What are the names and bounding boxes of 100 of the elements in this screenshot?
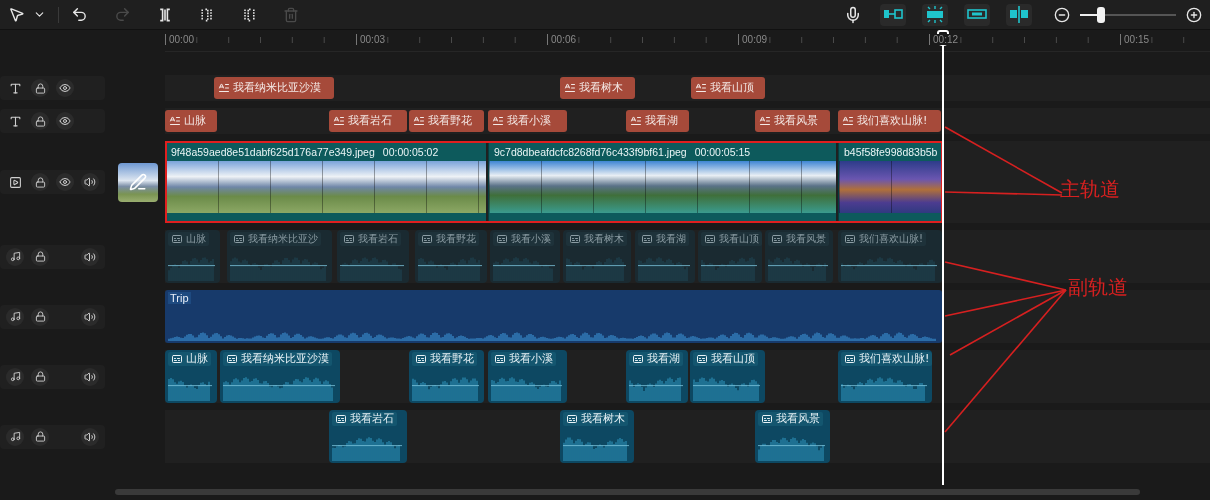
music-note-icon	[9, 311, 21, 322]
lock-button[interactable]	[31, 79, 49, 97]
lock-button[interactable]	[31, 367, 49, 386]
text-clip[interactable]: 我看岩石	[329, 110, 407, 132]
caption-icon	[496, 233, 508, 245]
timeline-toggle-button[interactable]	[964, 3, 990, 26]
clip-label: 我们喜欢山脉!	[857, 114, 928, 128]
text-clip[interactable]: 我看湖	[626, 110, 689, 132]
text-clip[interactable]: 我们喜欢山脉!	[838, 110, 941, 132]
voice-clip[interactable]: 我看岩石	[329, 410, 407, 463]
cursor-icon	[8, 6, 25, 23]
lock-icon	[34, 176, 46, 188]
clip-label: 我看树木	[584, 232, 624, 246]
lock-button[interactable]	[31, 427, 49, 446]
music-note-icon	[9, 371, 21, 382]
text-clip[interactable]: 我看山顶	[691, 77, 765, 99]
clip-duration: 00:00:05:02	[382, 145, 439, 158]
lock-icon	[34, 311, 46, 322]
clip-label: 我看树木	[579, 81, 623, 95]
cover-photo-placeholder[interactable]	[117, 162, 158, 202]
clip-label: 我看野花	[436, 232, 476, 246]
microphone-icon	[844, 5, 862, 24]
voice-clip[interactable]: 我看风景	[765, 230, 833, 283]
clip-label: 我看小溪	[511, 232, 551, 246]
volume-button[interactable]	[81, 173, 99, 191]
text-clip[interactable]: 我看风景	[755, 110, 830, 132]
voice-clip[interactable]: 我看野花	[415, 230, 487, 283]
voice-clip[interactable]: 山脉	[165, 350, 217, 403]
voice-clip[interactable]: 我看山顶	[690, 350, 765, 403]
scrollbar[interactable]	[115, 489, 1140, 495]
eye-icon	[59, 82, 71, 94]
voice-clip[interactable]: 我看湖	[626, 350, 688, 403]
clip-label: 我看山顶	[719, 232, 759, 246]
caption-icon	[421, 233, 433, 245]
text-clip[interactable]: 我看小溪	[488, 110, 567, 132]
clip-label: 我看岩石	[350, 412, 394, 426]
clip-label: 我看风景	[786, 232, 826, 246]
trim-icon	[199, 6, 215, 23]
time-ruler[interactable]: 00:00 00:03 00:06 00:09 00:12 00:15	[165, 30, 1210, 52]
text-template-icon	[333, 115, 345, 127]
visibility-button[interactable]	[56, 173, 74, 191]
music-clip[interactable]: Trip	[165, 290, 942, 343]
voice-clip[interactable]: 我看风景	[755, 410, 830, 463]
text-clip[interactable]: 我看树木	[560, 77, 635, 99]
clip-label: 我看岩石	[358, 232, 398, 246]
video-clip[interactable]: 9c7d8dbeafdcfc8268fd76c433f9bf61.jpeg 00:00:05:15	[488, 143, 836, 221]
voice-clip[interactable]: 我看野花	[409, 350, 484, 403]
lock-icon	[34, 82, 46, 94]
voice-clip[interactable]: 我看小溪	[490, 230, 560, 283]
zoom-in-icon	[1186, 6, 1202, 23]
voice-clip[interactable]: 我看小溪	[488, 350, 567, 403]
voice-clip[interactable]: 我看纳米比亚沙漠	[220, 350, 340, 403]
video-clip[interactable]: b45f58fe998d83b5b	[838, 143, 942, 221]
text-clip[interactable]: 山脉	[165, 110, 217, 132]
clip-label: 我看纳米比亚沙漠	[241, 352, 329, 366]
undo-icon	[71, 6, 88, 23]
voice-clip[interactable]: 我看树木	[560, 410, 634, 463]
visibility-button[interactable]	[56, 79, 74, 97]
voice-clip[interactable]: 我们喜欢山脉!	[838, 350, 932, 403]
timeline-toggle-button[interactable]	[922, 3, 948, 26]
caption-icon	[632, 353, 644, 365]
voice-clip[interactable]: 我看湖	[635, 230, 695, 283]
voice-clip[interactable]: 我们喜欢山脉!	[838, 230, 942, 283]
slider-thumb[interactable]	[1097, 6, 1106, 23]
clip-label: 我看湖	[645, 114, 678, 128]
volume-button[interactable]	[81, 307, 99, 326]
lock-button[interactable]	[31, 247, 49, 266]
eye-icon	[59, 176, 71, 188]
caption-icon	[233, 233, 245, 245]
voice-clip[interactable]: 我看岩石	[337, 230, 409, 283]
text-template-icon	[842, 115, 854, 127]
text-template-icon	[564, 82, 576, 94]
clip-filename: 9f48a59aed8e51dabf625d176a77e349.jpeg	[171, 145, 375, 158]
volume-button[interactable]	[81, 427, 99, 446]
clip-label: 山脉	[186, 232, 206, 246]
video-clip[interactable]: 9f48a59aed8e51dabf625d176a77e349.jpeg 00:00:05:02	[165, 143, 486, 221]
voice-clip[interactable]: 我看山顶	[698, 230, 762, 283]
text-template-icon	[169, 115, 181, 127]
clip-snap-icon	[924, 5, 946, 24]
speaker-icon	[84, 430, 96, 443]
visibility-button[interactable]	[56, 112, 74, 130]
trash-icon	[283, 6, 299, 23]
text-clip[interactable]: 我看野花	[409, 110, 484, 132]
speaker-icon	[84, 250, 96, 263]
clip-label: 我看纳米比亚沙	[248, 232, 318, 246]
volume-button[interactable]	[81, 247, 99, 266]
lock-button[interactable]	[31, 173, 49, 191]
music-note-icon	[9, 251, 21, 262]
text-clip[interactable]: 我看纳米比亚沙漠	[214, 77, 334, 99]
lock-button[interactable]	[31, 307, 49, 326]
lock-button[interactable]	[31, 112, 49, 130]
voice-clip[interactable]: 我看纳米比亚沙	[227, 230, 332, 283]
text-template-icon	[218, 82, 230, 94]
annotation-label: 主轨道	[1060, 176, 1120, 203]
timeline-toggle-button[interactable]	[1006, 3, 1032, 26]
voice-clip[interactable]: 我看树木	[563, 230, 631, 283]
timeline-toggle-button[interactable]	[880, 3, 906, 26]
caption-icon	[415, 353, 427, 365]
voice-clip[interactable]: 山脉	[165, 230, 220, 283]
volume-button[interactable]	[81, 367, 99, 386]
